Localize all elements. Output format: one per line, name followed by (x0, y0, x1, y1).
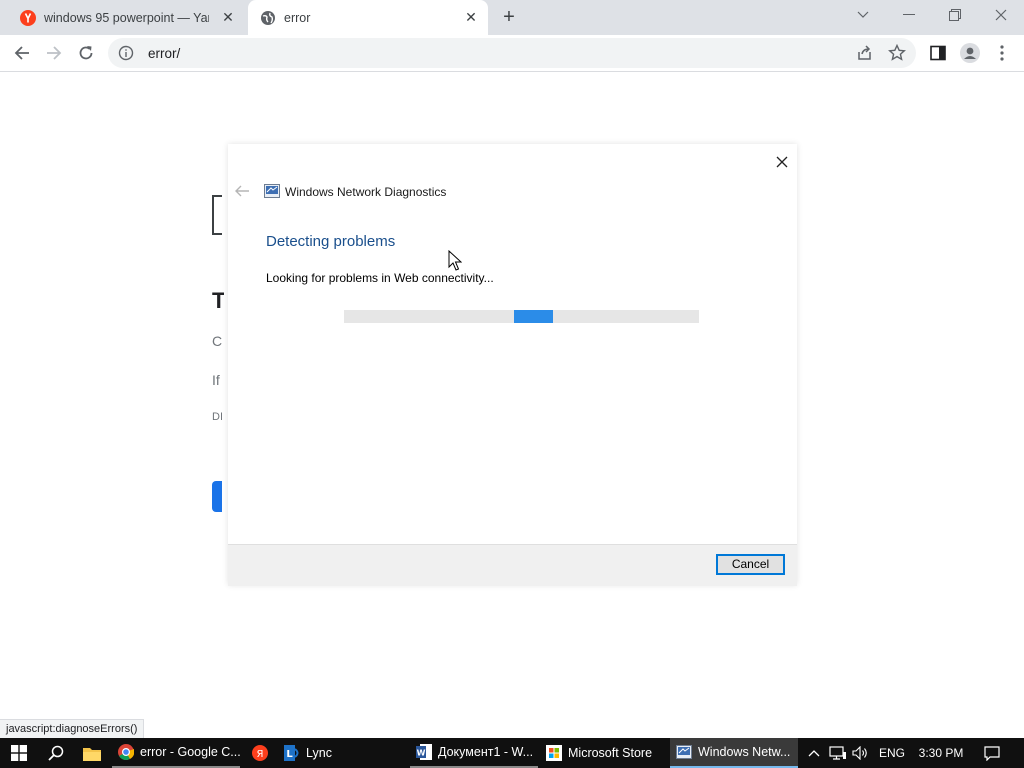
notification-icon (984, 745, 1000, 761)
file-explorer-button[interactable] (76, 738, 108, 768)
yandex-icon (20, 9, 36, 26)
new-tab-button[interactable]: + (498, 6, 520, 28)
arrow-right-icon (47, 46, 62, 60)
profile-button[interactable] (958, 41, 982, 65)
dialog-close-button[interactable] (772, 152, 792, 172)
error-page-icon (212, 195, 222, 235)
chrome-icon (118, 744, 134, 760)
volume-tray-button[interactable] (850, 738, 872, 768)
taskbar-search-button[interactable] (40, 738, 72, 768)
lync-icon: L (284, 745, 300, 761)
taskbar-app-network-diagnostics[interactable]: Windows Netw... (670, 738, 798, 768)
menu-button[interactable] (990, 41, 1014, 65)
svg-text:L: L (286, 749, 293, 760)
tab-close-icon[interactable]: ✕ (462, 8, 480, 26)
arrow-left-icon (14, 46, 29, 60)
back-button[interactable] (10, 41, 34, 65)
address-text[interactable]: error/ (148, 46, 180, 61)
taskbar-app-yandex[interactable]: Я (244, 738, 276, 768)
tab-yandex[interactable]: windows 95 powerpoint — Yandex ✕ (8, 0, 245, 35)
network-diagnostics-icon (264, 184, 280, 198)
side-panel-button[interactable] (926, 41, 950, 65)
store-icon (546, 745, 562, 761)
tab-search-button[interactable] (840, 0, 886, 30)
address-bar[interactable]: error/ (108, 38, 916, 68)
cancel-button[interactable]: Cancel (716, 554, 785, 575)
tab-title: windows 95 powerpoint — Yandex (44, 10, 209, 25)
svg-text:Я: Я (257, 749, 264, 760)
show-hidden-icons-button[interactable] (804, 738, 824, 768)
info-icon[interactable] (118, 45, 134, 61)
error-page-line: If (212, 372, 220, 388)
globe-icon (261, 10, 275, 25)
taskbar-app-label: error - Google C... (140, 745, 240, 759)
chevron-up-icon (808, 750, 820, 757)
progress-bar (344, 310, 699, 323)
tab-close-icon[interactable]: ✕ (219, 8, 237, 26)
network-diagnostics-icon (676, 744, 692, 760)
close-icon (995, 9, 1007, 21)
dialog-app-title: Windows Network Diagnostics (285, 185, 447, 199)
dialog-status-text: Looking for problems in Web connectivity… (266, 271, 494, 285)
tab-title: error (284, 10, 311, 25)
taskbar-app-word[interactable]: W Документ1 - W... (410, 738, 538, 768)
taskbar: error - Google C... Я L Lync W Документ1… (0, 738, 1024, 768)
tab-strip: windows 95 powerpoint — Yandex ✕ error ✕… (0, 0, 1024, 35)
taskbar-app-lync[interactable]: L Lync (278, 738, 406, 768)
more-vert-icon (1000, 45, 1004, 61)
chevron-down-icon (857, 11, 869, 18)
network-tray-button[interactable] (826, 738, 850, 768)
taskbar-app-label: Windows Netw... (698, 745, 791, 759)
error-page-button[interactable] (212, 481, 222, 512)
status-bubble: javascript:diagnoseErrors() (0, 719, 145, 739)
windows-logo-icon (11, 745, 27, 761)
network-diagnostics-dialog: Windows Network Diagnostics Detecting pr… (228, 144, 797, 586)
avatar-icon (960, 43, 980, 63)
search-icon (48, 745, 64, 761)
dialog-heading: Detecting problems (266, 233, 396, 250)
dialog-footer: Cancel (228, 544, 797, 586)
reload-button[interactable] (74, 41, 98, 65)
network-icon (829, 746, 846, 760)
taskbar-app-label: Документ1 - W... (438, 745, 534, 759)
folder-icon (83, 747, 101, 761)
tab-error[interactable]: error ✕ (248, 0, 488, 35)
speaker-icon (852, 746, 867, 760)
start-button[interactable] (0, 738, 38, 768)
taskbar-app-label: Microsoft Store (568, 746, 653, 760)
error-page-code: DI (212, 411, 222, 423)
progress-bar-fill (514, 310, 554, 323)
svg-text:W: W (417, 749, 426, 758)
share-icon[interactable] (856, 44, 874, 62)
restore-icon (949, 9, 961, 21)
clock[interactable]: 3:30 PM (910, 738, 972, 768)
minimize-button[interactable] (886, 0, 932, 30)
mouse-cursor-icon (448, 250, 462, 271)
taskbar-app-store[interactable]: Microsoft Store (540, 738, 668, 768)
word-icon: W (416, 744, 432, 760)
star-icon[interactable] (888, 44, 906, 62)
close-icon (776, 156, 788, 168)
language-indicator[interactable]: ENG (874, 738, 910, 768)
side-panel-icon (930, 45, 946, 61)
action-center-button[interactable] (978, 738, 1006, 768)
browser-toolbar: error/ (0, 35, 1024, 72)
back-arrow-icon[interactable] (234, 184, 250, 198)
close-window-button[interactable] (978, 0, 1024, 30)
restore-button[interactable] (932, 0, 978, 30)
minimize-icon (903, 14, 915, 15)
error-page-line: Cl (212, 333, 222, 349)
yandex-browser-icon: Я (252, 745, 268, 761)
reload-icon (79, 46, 93, 60)
forward-button[interactable] (42, 41, 66, 65)
taskbar-app-label: Lync (306, 746, 332, 760)
taskbar-app-chrome[interactable]: error - Google C... (112, 738, 240, 768)
error-page-title: T (212, 288, 224, 313)
